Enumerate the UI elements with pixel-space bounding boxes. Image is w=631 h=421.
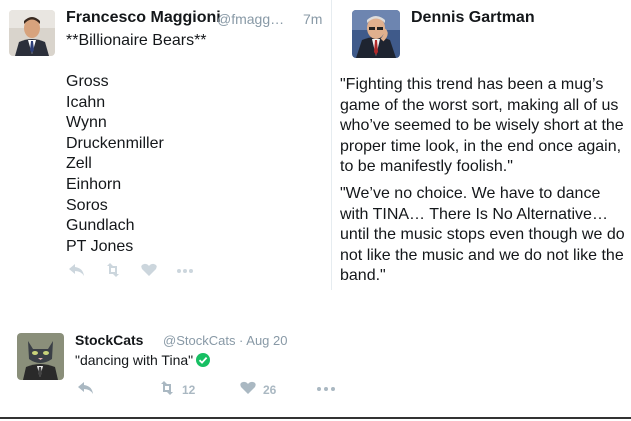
- list-item: Icahn: [66, 93, 106, 111]
- list-item: Einhorn: [66, 175, 122, 193]
- quote-paragraph-1: "Fighting this trend has been a mug’s ga…: [340, 76, 624, 176]
- tweet-actions: [68, 263, 194, 277]
- tweet-card-stockcats: StockCats @StockCats · Aug 20 "dancing w…: [0, 318, 631, 421]
- reply-button[interactable]: [77, 381, 95, 398]
- avatar-gartman[interactable]: [352, 10, 400, 58]
- tweet-text: "dancing with Tina": [75, 352, 211, 370]
- reply-icon: [77, 381, 95, 398]
- retweet-icon[interactable]: [104, 263, 122, 277]
- list-item: Soros: [66, 196, 108, 214]
- author-name[interactable]: StockCats: [75, 332, 143, 348]
- retweet-icon: [158, 381, 176, 398]
- more-button[interactable]: [316, 381, 336, 398]
- author-name[interactable]: Francesco Maggioni: [66, 9, 221, 27]
- reply-icon[interactable]: [68, 263, 86, 277]
- list-item: Druckenmiller: [66, 134, 164, 152]
- like-count: 26: [263, 382, 277, 397]
- tweet-text-content: "dancing with Tina": [75, 352, 194, 368]
- more-icon: [316, 381, 336, 398]
- list-item: Gundlach: [66, 217, 135, 235]
- tweet-headline: **Billionaire Bears**: [66, 32, 207, 49]
- list-item: Gross: [66, 73, 109, 90]
- list-item: Wynn: [66, 114, 107, 132]
- list-item: Zell: [66, 155, 92, 173]
- screenshot-canvas: Francesco Maggioni @fmagg… 7m **Billiona…: [0, 0, 631, 421]
- tweet-timestamp[interactable]: 7m: [303, 11, 322, 27]
- heart-icon[interactable]: [140, 263, 158, 277]
- checkmark-icon: [196, 353, 211, 370]
- author-handle[interactable]: @fmagg…: [217, 11, 284, 27]
- avatar-francesco[interactable]: [9, 10, 55, 56]
- billionaire-list: Gross Icahn Wynn Druckenmiller Zell Einh…: [66, 72, 164, 257]
- retweet-count: 12: [182, 382, 196, 397]
- tweet-actions: 12 26: [75, 381, 375, 399]
- quote-author-name[interactable]: Dennis Gartman: [411, 9, 535, 27]
- quote-panel-gartman: Dennis Gartman "Fighting this trend has …: [335, 0, 631, 290]
- more-icon[interactable]: [176, 263, 194, 277]
- like-button[interactable]: 26: [239, 381, 276, 398]
- tweet-card-francesco: Francesco Maggioni @fmagg… 7m **Billiona…: [0, 0, 333, 290]
- heart-icon: [239, 381, 257, 398]
- bottom-border: [0, 417, 631, 419]
- retweet-button[interactable]: 12: [158, 381, 195, 398]
- panel-divider: [331, 0, 332, 290]
- author-handle-and-date[interactable]: @StockCats · Aug 20: [163, 333, 287, 348]
- quote-paragraph-2: "We’ve no choice. We have to dance with …: [340, 185, 625, 285]
- list-item: PT Jones: [66, 237, 134, 255]
- avatar-stockcats[interactable]: [17, 333, 64, 380]
